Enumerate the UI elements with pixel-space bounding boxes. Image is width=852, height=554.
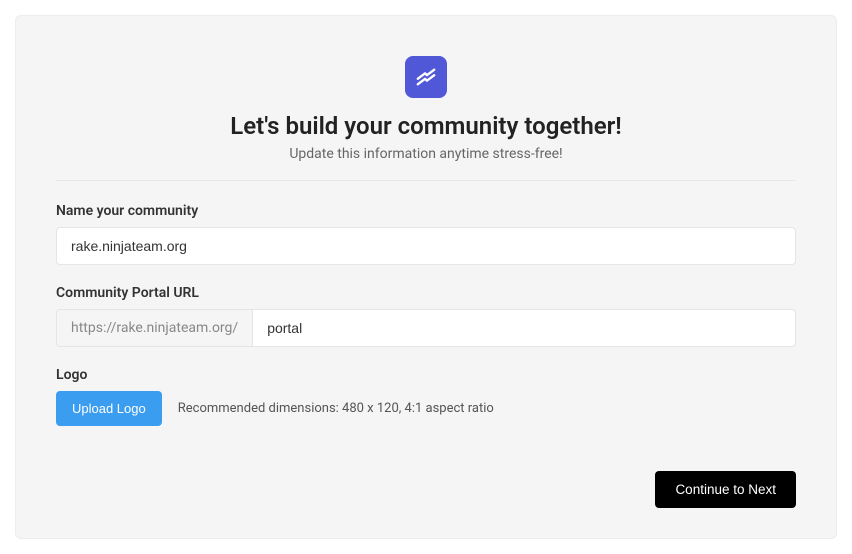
logo-hint: Recommended dimensions: 480 x 120, 4:1 a… <box>178 401 494 416</box>
card-footer: Continue to Next <box>655 471 796 508</box>
community-name-group: Name your community <box>56 203 796 265</box>
logo-label: Logo <box>56 367 796 383</box>
setup-card: Let's build your community together! Upd… <box>15 15 837 539</box>
logo-upload-row: Upload Logo Recommended dimensions: 480 … <box>56 391 796 426</box>
page-title: Let's build your community together! <box>56 112 796 140</box>
portal-url-prefix: https://rake.ninjateam.org/ <box>56 309 252 347</box>
card-header: Let's build your community together! Upd… <box>56 56 796 181</box>
portal-url-input[interactable] <box>252 309 796 347</box>
brand-logo-icon <box>405 56 447 98</box>
community-name-input[interactable] <box>56 227 796 265</box>
page-subtitle: Update this information anytime stress-f… <box>56 146 796 162</box>
portal-url-group: Community Portal URL https://rake.ninjat… <box>56 285 796 347</box>
portal-url-label: Community Portal URL <box>56 285 796 301</box>
upload-logo-button[interactable]: Upload Logo <box>56 391 162 426</box>
portal-url-input-group: https://rake.ninjateam.org/ <box>56 309 796 347</box>
logo-group: Logo Upload Logo Recommended dimensions:… <box>56 367 796 426</box>
community-name-label: Name your community <box>56 203 796 219</box>
continue-button[interactable]: Continue to Next <box>655 471 796 508</box>
